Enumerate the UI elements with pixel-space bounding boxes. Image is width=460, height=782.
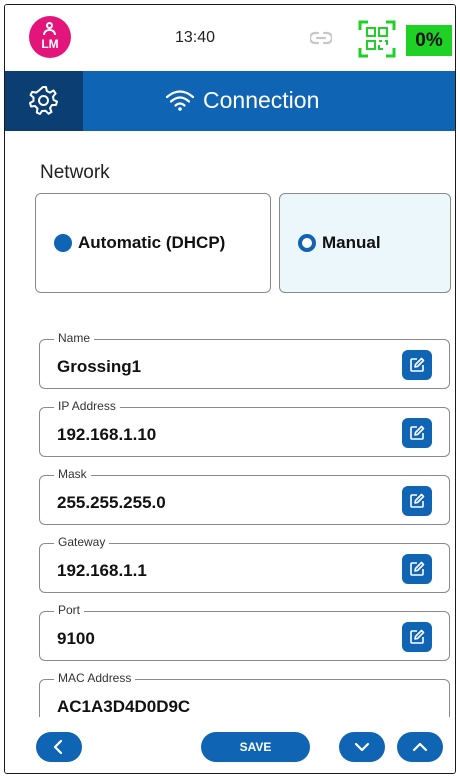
page-title-text: Connection [203, 87, 320, 113]
battery-indicator: 0% [406, 25, 452, 56]
user-avatar[interactable]: LM [29, 16, 71, 58]
qr-code-icon[interactable] [357, 19, 397, 59]
network-label: Network [40, 162, 110, 183]
edit-icon [410, 561, 425, 576]
field-label: Port [54, 603, 85, 617]
edit-icon [410, 493, 425, 508]
user-icon-body [43, 29, 56, 35]
field-value: 255.255.255.0 [57, 493, 166, 512]
field-value: 192.168.1.1 [57, 561, 147, 580]
mode-manual-label: Manual [322, 233, 381, 252]
mask-field: Mask 255.255.255.0 [39, 467, 450, 525]
radio-unselected-icon [298, 234, 316, 252]
field-value: Grossing1 [57, 357, 142, 376]
field-label: Mask [54, 467, 91, 481]
gear-icon [29, 86, 58, 115]
edit-port-button[interactable] [402, 622, 432, 652]
mode-automatic-label: Automatic (DHCP) [78, 233, 226, 252]
field-label: Gateway [54, 535, 110, 549]
back-button[interactable] [36, 732, 82, 762]
port-field: Port 9100 [39, 603, 450, 661]
status-bar: LM 13:40 0% [5, 5, 455, 71]
field-label: MAC Address [54, 671, 136, 685]
scroll-up-button[interactable] [397, 732, 443, 762]
mode-manual[interactable]: Manual [279, 193, 451, 293]
chevron-left-icon [53, 739, 63, 755]
wifi-icon [165, 90, 195, 111]
edit-icon [410, 629, 425, 644]
scroll-down-button[interactable] [339, 732, 385, 762]
name-field: Name Grossing1 [39, 331, 450, 389]
radio-selected-icon [54, 234, 72, 252]
save-button[interactable]: SAVE [201, 732, 310, 762]
edit-icon [410, 425, 425, 440]
chevron-down-icon [354, 742, 370, 752]
page-title: Connection [165, 87, 319, 114]
settings-button[interactable] [5, 71, 83, 131]
chevron-up-icon [412, 742, 428, 752]
ip-address-field: IP Address 192.168.1.10 [39, 399, 450, 457]
field-value: AC1A3D4D0D9C [57, 697, 191, 716]
edit-name-button[interactable] [402, 350, 432, 380]
clock: 13:40 [175, 29, 216, 46]
edit-icon [410, 357, 425, 372]
user-initials: LM [41, 37, 59, 51]
link-icon [310, 31, 332, 45]
gateway-field: Gateway 192.168.1.1 [39, 535, 450, 593]
header-bar: Connection [5, 71, 455, 131]
field-value: 192.168.1.10 [57, 425, 157, 444]
field-label: IP Address [54, 399, 120, 413]
edit-gateway-button[interactable] [402, 554, 432, 584]
mode-automatic-dhcp[interactable]: Automatic (DHCP) [35, 193, 271, 293]
edit-ip-address-button[interactable] [402, 418, 432, 448]
edit-mask-button[interactable] [402, 486, 432, 516]
field-value: 9100 [57, 629, 95, 648]
footer-bar: SAVE [5, 717, 455, 773]
field-label: Name [54, 331, 95, 345]
user-icon [46, 22, 53, 29]
app-frame: LM 13:40 0% Connection Network Automatic… [4, 4, 456, 774]
